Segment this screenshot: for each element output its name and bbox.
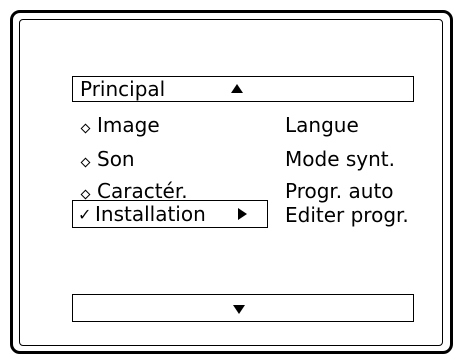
submenu-item-editer-progr[interactable]: Editer progr. <box>285 203 409 227</box>
submenu-arrow-icon <box>238 208 247 220</box>
submenu-item-progr-auto[interactable]: Progr. auto <box>285 179 394 203</box>
menu-item-installation[interactable]: Installation <box>95 202 206 226</box>
menu-item-image[interactable]: Image <box>97 113 160 137</box>
submenu-item-langue[interactable]: Langue <box>285 113 359 137</box>
scroll-down-arrow-icon[interactable] <box>233 305 245 314</box>
menu-title: Principal <box>80 77 166 101</box>
submenu-item-mode-synt[interactable]: Mode synt. <box>285 147 395 171</box>
scroll-up-arrow-icon[interactable] <box>231 84 243 93</box>
checkmark-icon: ✓ <box>78 205 92 224</box>
menu-item-son[interactable]: Son <box>97 147 135 171</box>
